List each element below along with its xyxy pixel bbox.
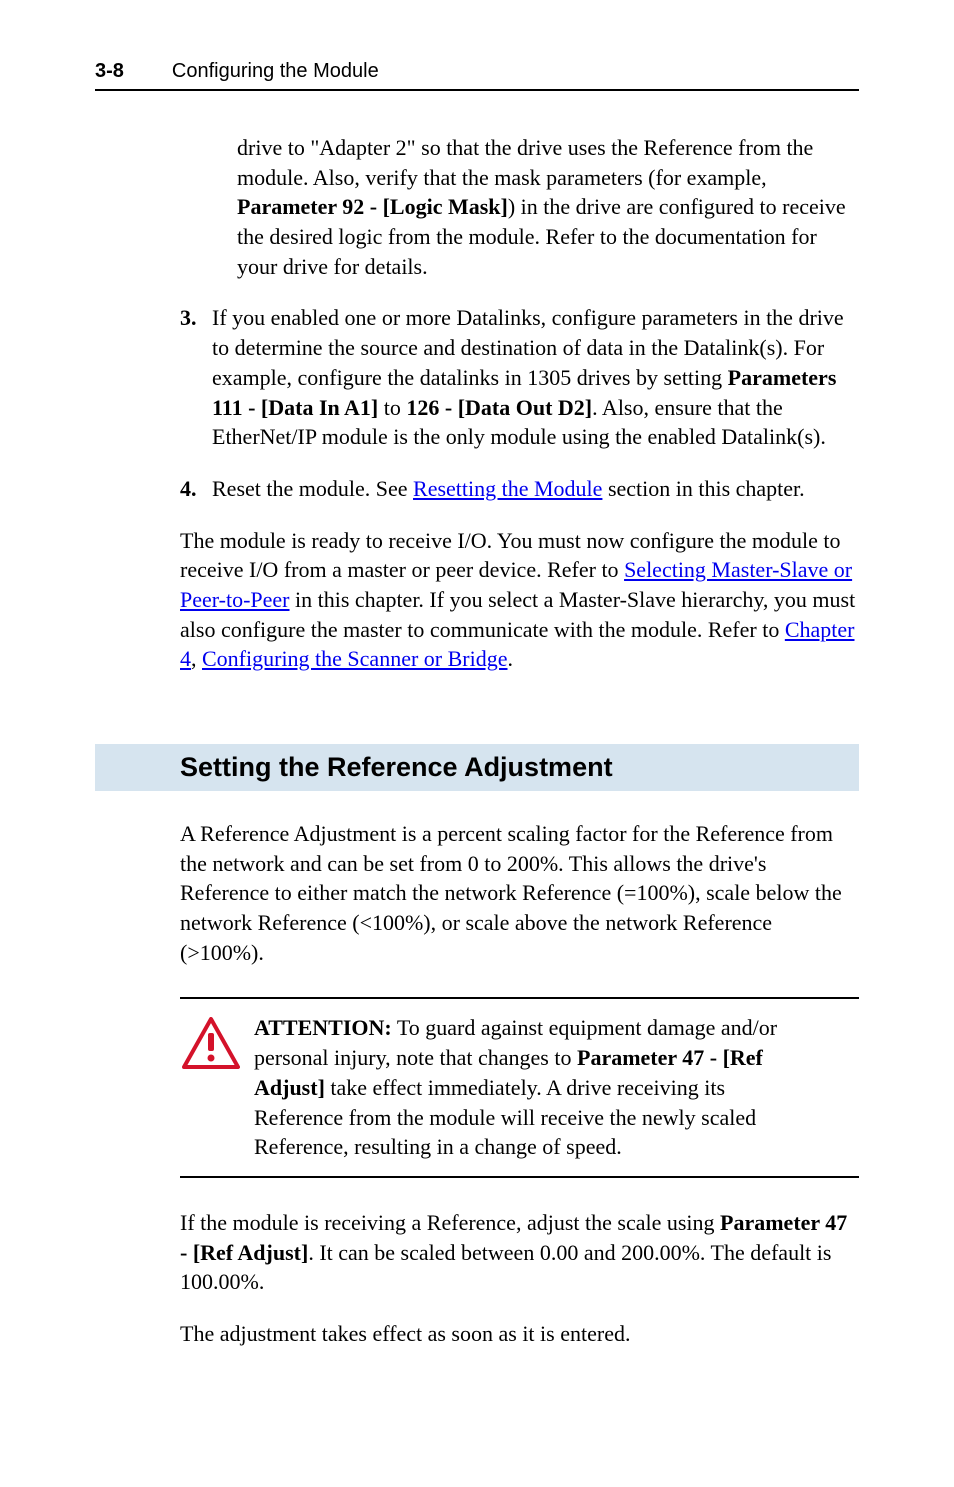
text-run: Reset the module. See — [212, 476, 413, 501]
list-item-4: 4. Reset the module. See Resetting the M… — [180, 474, 859, 504]
page-number: 3-8 — [95, 60, 124, 83]
text-run: If the module is receiving a Reference, … — [180, 1210, 720, 1235]
text-run: , — [191, 646, 202, 671]
text-run: section in this chapter. — [602, 476, 804, 501]
list-number: 4. — [180, 474, 212, 504]
param-126-label: 126 - [Data Out D2] — [406, 395, 592, 420]
text-run: drive to "Adapter 2" so that the drive u… — [237, 135, 813, 190]
list-item-3: 3. If you enabled one or more Datalinks,… — [180, 303, 859, 451]
text-run: take effect immediately. A drive receivi… — [254, 1075, 756, 1159]
link-configuring-scanner[interactable]: Configuring the Scanner or Bridge — [202, 646, 508, 671]
text-run: to — [378, 395, 406, 420]
attention-callout: ATTENTION: To guard against equipment da… — [180, 997, 859, 1177]
text-run: . — [508, 646, 514, 671]
closing-paragraph-1: If the module is receiving a Reference, … — [180, 1208, 859, 1297]
attention-text: ATTENTION: To guard against equipment da… — [254, 1013, 859, 1161]
list-content: Reset the module. See Resetting the Modu… — [212, 474, 859, 504]
section-paragraph: A Reference Adjustment is a percent scal… — [180, 819, 859, 967]
attention-label: ATTENTION: — [254, 1015, 392, 1040]
page-header: 3-8 Configuring the Module — [95, 60, 859, 91]
param-92-label: Parameter 92 - [Logic Mask] — [237, 194, 508, 219]
section-heading-reference-adjustment: Setting the Reference Adjustment — [95, 744, 859, 791]
closing-paragraph-2: The adjustment takes effect as soon as i… — [180, 1319, 859, 1349]
summary-paragraph: The module is ready to receive I/O. You … — [180, 526, 859, 674]
list-content: If you enabled one or more Datalinks, co… — [212, 303, 859, 451]
continuation-paragraph: drive to "Adapter 2" so that the drive u… — [237, 133, 859, 281]
list-number: 3. — [180, 303, 212, 451]
attention-icon — [180, 1013, 254, 1161]
header-title: Configuring the Module — [172, 60, 379, 83]
link-resetting-module[interactable]: Resetting the Module — [413, 476, 602, 501]
